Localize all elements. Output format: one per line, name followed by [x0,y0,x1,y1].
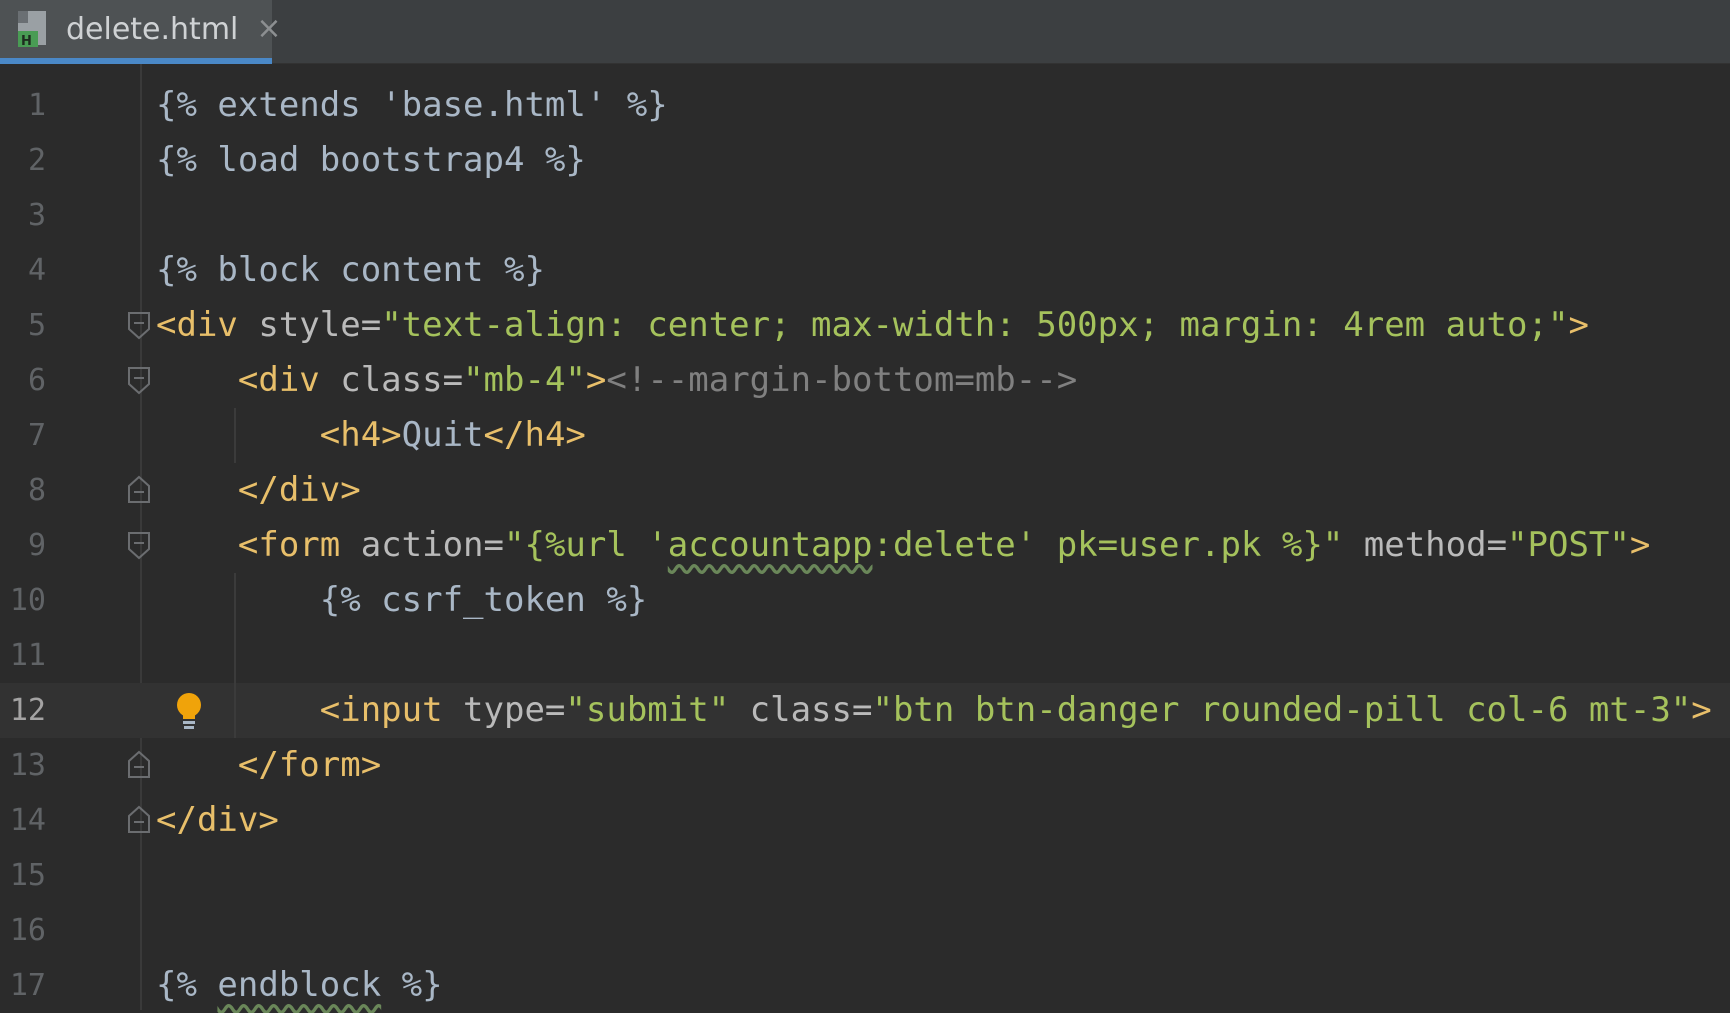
fold-end-icon[interactable] [126,805,152,835]
code-token: class= [729,690,873,730]
fold-start-icon[interactable] [126,365,152,395]
code-line[interactable]: 13 </form> [0,738,1730,793]
code-token: {% [156,965,218,1005]
line-number: 1 [27,88,46,123]
tab-title: delete.html [66,11,239,47]
line-number: 16 [9,913,46,948]
indent-guide [234,408,236,463]
code-token: {% load bootstrap4 %} [156,140,586,180]
code-token: action= [340,525,504,565]
code-line[interactable]: 8 </div> [0,463,1730,518]
code-line[interactable]: 14 </div> [0,793,1730,848]
code-line[interactable]: 11 [0,628,1730,683]
line-number: 5 [27,308,46,343]
code-line[interactable]: 12 <input type="submit" class="btn btn-d… [0,683,1730,738]
code-text: {% endblock %} [156,958,443,1013]
code-token: "btn btn-danger rounded-pill col-6 mt-3" [872,690,1692,730]
code-token: type= [442,690,566,730]
close-icon[interactable]: × [256,14,281,44]
code-token: accountapp [667,525,873,565]
code-line[interactable]: 6 <div class="mb-4"><!--margin-bottom=mb… [0,353,1730,408]
code-token: <!--margin-bottom=mb--> [606,360,1078,400]
line-number: 10 [9,583,46,618]
line-number: 4 [27,253,46,288]
line-number: 17 [9,968,46,1003]
code-token: "submit" [565,690,730,730]
line-number: 7 [27,418,46,453]
lightbulb-icon[interactable] [172,691,206,731]
code-token: "mb-4" [463,360,586,400]
code-token: </form> [156,745,382,785]
fold-end-icon[interactable] [126,475,152,505]
code-line[interactable]: 7 <h4>Quit</h4> [0,408,1730,463]
code-token: {% block content %} [156,250,545,290]
tab-delete-html[interactable]: H delete.html × [0,0,282,64]
line-number: 12 [9,693,46,728]
code-text: <div class="mb-4"><!--margin-bottom=mb--… [156,353,1077,408]
code-text: <h4>Quit</h4> [156,408,586,463]
code-text: <input type="submit" class="btn btn-dang… [156,683,1712,738]
svg-text:H: H [21,34,32,49]
code-token: "POST" [1507,525,1630,565]
code-token: class= [319,360,464,400]
code-token: </div> [156,800,279,840]
code-token: > [1629,525,1651,565]
code-token: "{%url ' [504,525,668,565]
line-number: 2 [27,143,46,178]
code-text: <div style="text-align: center; max-widt… [156,298,1589,353]
code-line[interactable]: 17 {% endblock %} [0,958,1730,1013]
line-number: 6 [27,363,46,398]
line-number: 11 [9,638,46,673]
code-token: "text-align: center; max-width: 500px; m… [381,305,1569,345]
code-token: <h4> [156,415,402,455]
code-text: {% load bootstrap4 %} [156,133,586,188]
code-text: {% block content %} [156,243,545,298]
line-number: 15 [9,858,46,893]
code-line[interactable]: 10 {% csrf_token %} [0,573,1730,628]
code-line[interactable]: 1 {% extends 'base.html' %} [0,78,1730,133]
fold-start-icon[interactable] [126,310,152,340]
code-line[interactable]: 2 {% load bootstrap4 %} [0,133,1730,188]
code-line[interactable]: 9 <form action="{%url 'accountapp:delete… [0,518,1730,573]
code-token: </h4> [483,415,586,455]
code-token: > [585,360,607,400]
code-line[interactable]: 16 [0,903,1730,958]
line-number: 13 [9,748,46,783]
code-line[interactable]: 5 <div style="text-align: center; max-wid… [0,298,1730,353]
code-token: %} [381,965,443,1005]
code-token: method= [1343,525,1508,565]
line-number: 14 [9,803,46,838]
code-text: </div> [156,463,361,518]
code-text: </div> [156,793,279,848]
fold-start-icon[interactable] [126,530,152,560]
code-token: :delete' pk=user.pk %}" [872,525,1344,565]
html-file-icon: H [16,9,54,49]
code-token: <form [156,525,341,565]
code-token: endblock [217,965,382,1005]
line-number: 3 [27,198,46,233]
code-token: {% csrf_token %} [156,580,648,620]
line-number: 9 [27,528,46,563]
code-editor[interactable]: 1 {% extends 'base.html' %} 2 {% load boots… [0,64,1730,1010]
code-token: > [1568,305,1589,345]
code-line[interactable]: 3 [0,188,1730,243]
code-text: </form> [156,738,381,793]
code-token: > [1691,690,1712,730]
code-token: </div> [156,470,361,510]
code-token: Quit [401,415,484,455]
code-text: {% extends 'base.html' %} [156,78,668,133]
fold-end-icon[interactable] [126,750,152,780]
code-line[interactable]: 15 [0,848,1730,903]
code-text: <form action="{%url 'accountapp:delete' … [156,518,1650,573]
code-token: style= [237,305,382,345]
line-number: 8 [27,473,46,508]
code-line[interactable]: 4 {% block content %} [0,243,1730,298]
editor-tab-bar: H delete.html × [0,0,1730,64]
code-token: <div [156,360,320,400]
code-token: <div [156,305,238,345]
indent-guide [234,573,236,738]
code-token: {% extends 'base.html' %} [156,85,668,125]
code-text: {% csrf_token %} [156,573,648,628]
